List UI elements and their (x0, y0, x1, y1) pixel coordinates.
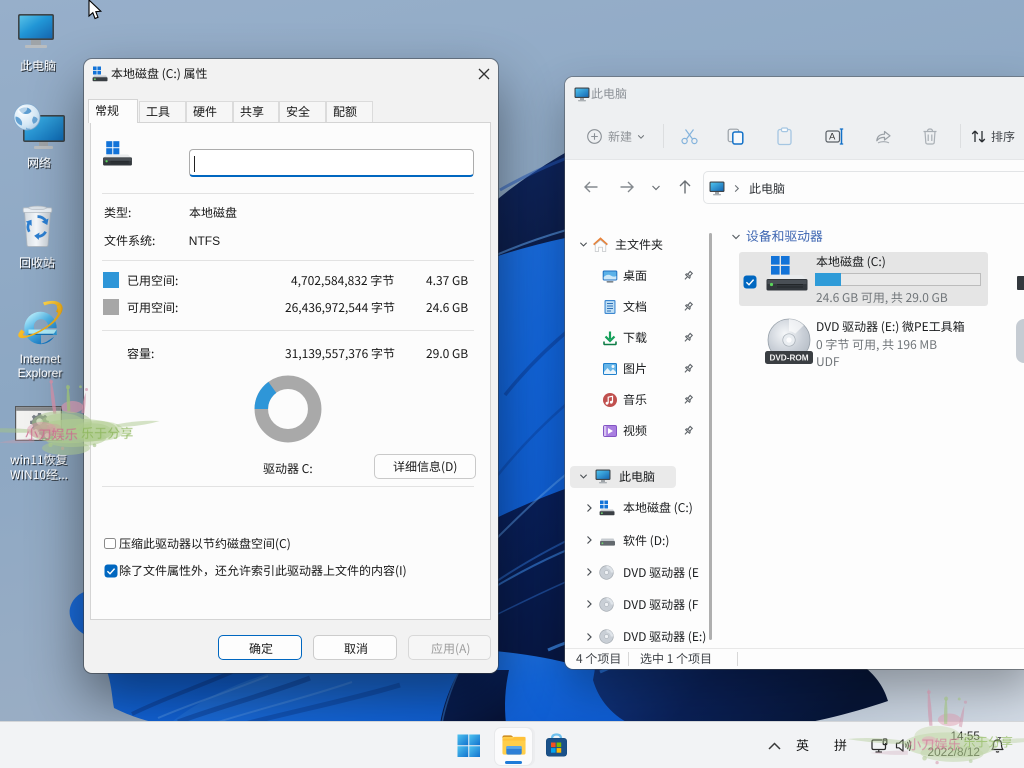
svg-text:DVD-ROM: DVD-ROM (769, 354, 808, 363)
svg-text:A: A (829, 131, 836, 142)
